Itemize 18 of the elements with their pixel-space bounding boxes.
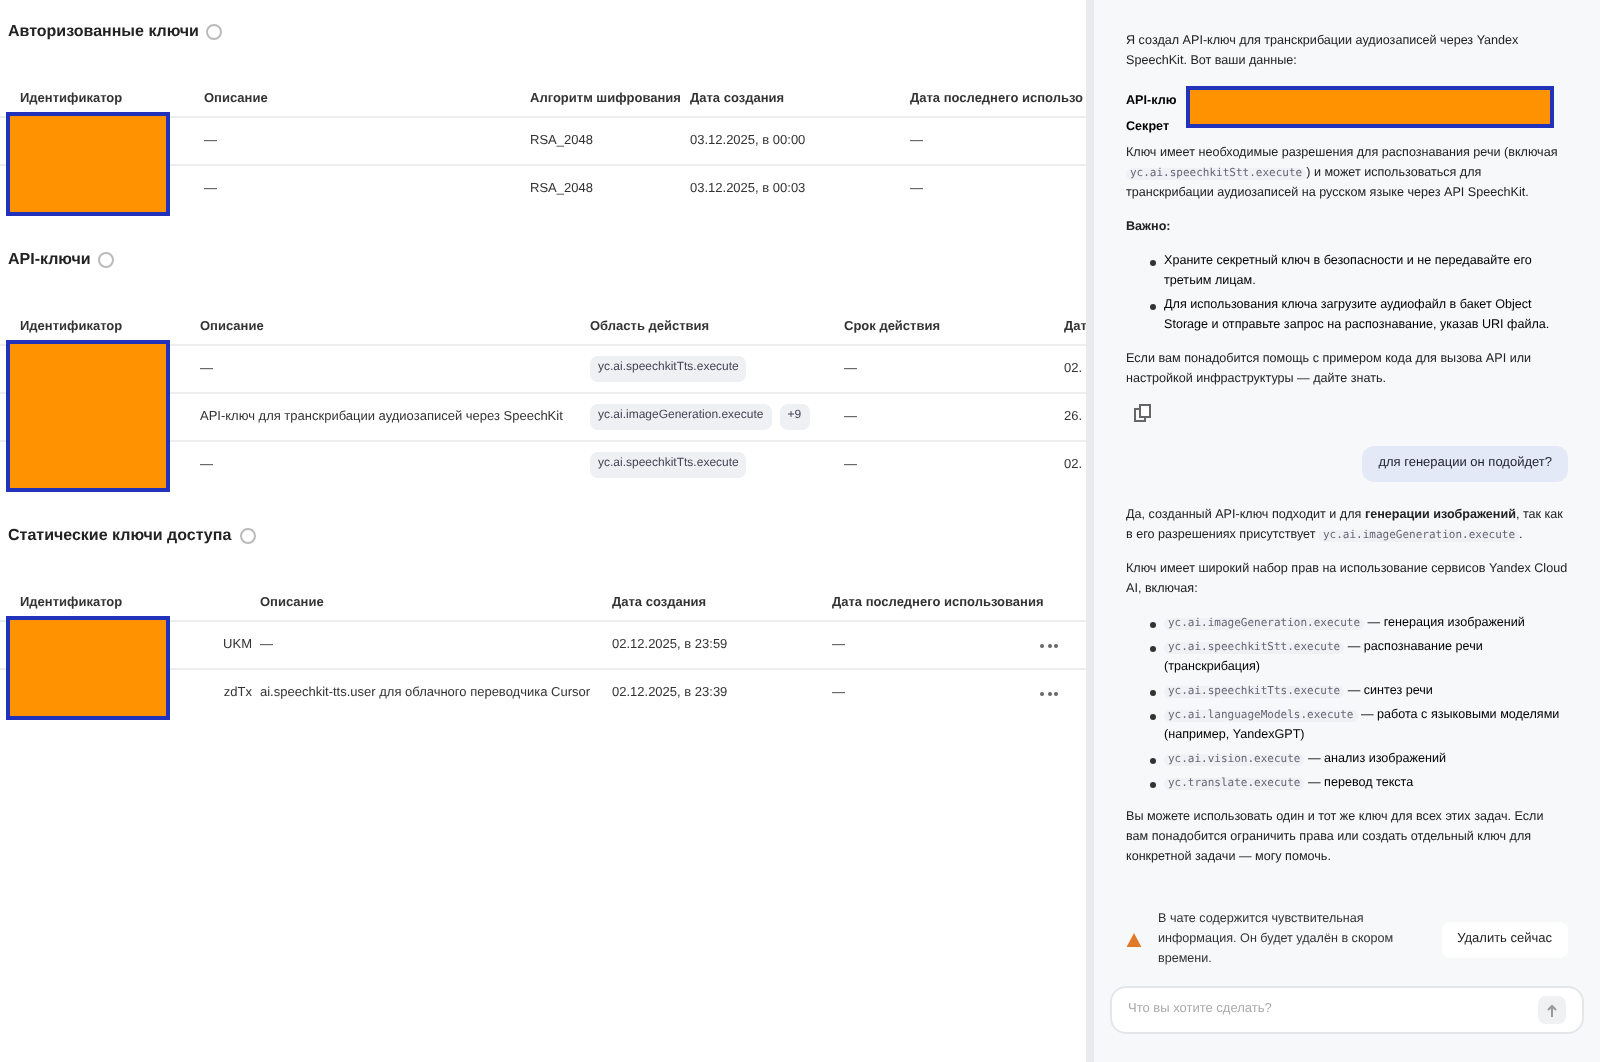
section-title: API-ключи bbox=[8, 248, 91, 272]
bullet-icon bbox=[1150, 781, 1156, 788]
help-icon[interactable] bbox=[239, 528, 256, 544]
help-icon[interactable] bbox=[98, 252, 115, 268]
bullet-icon bbox=[1150, 713, 1156, 720]
section-title: Статические ключи доступа bbox=[8, 524, 232, 548]
bullet-icon bbox=[1150, 621, 1156, 628]
bullet-icon bbox=[1150, 304, 1156, 310]
warning-icon bbox=[1126, 932, 1142, 948]
bullet-icon bbox=[1150, 645, 1156, 652]
help-icon[interactable] bbox=[206, 24, 223, 40]
bullet-icon bbox=[1150, 757, 1156, 764]
arrow-up-icon bbox=[1546, 1003, 1558, 1017]
bullet-icon bbox=[1150, 260, 1156, 266]
copy-icon[interactable] bbox=[1134, 404, 1152, 422]
send-button[interactable] bbox=[1538, 996, 1566, 1024]
bullet-icon bbox=[1150, 689, 1156, 696]
section-title: Авторизованные ключи bbox=[8, 20, 199, 44]
